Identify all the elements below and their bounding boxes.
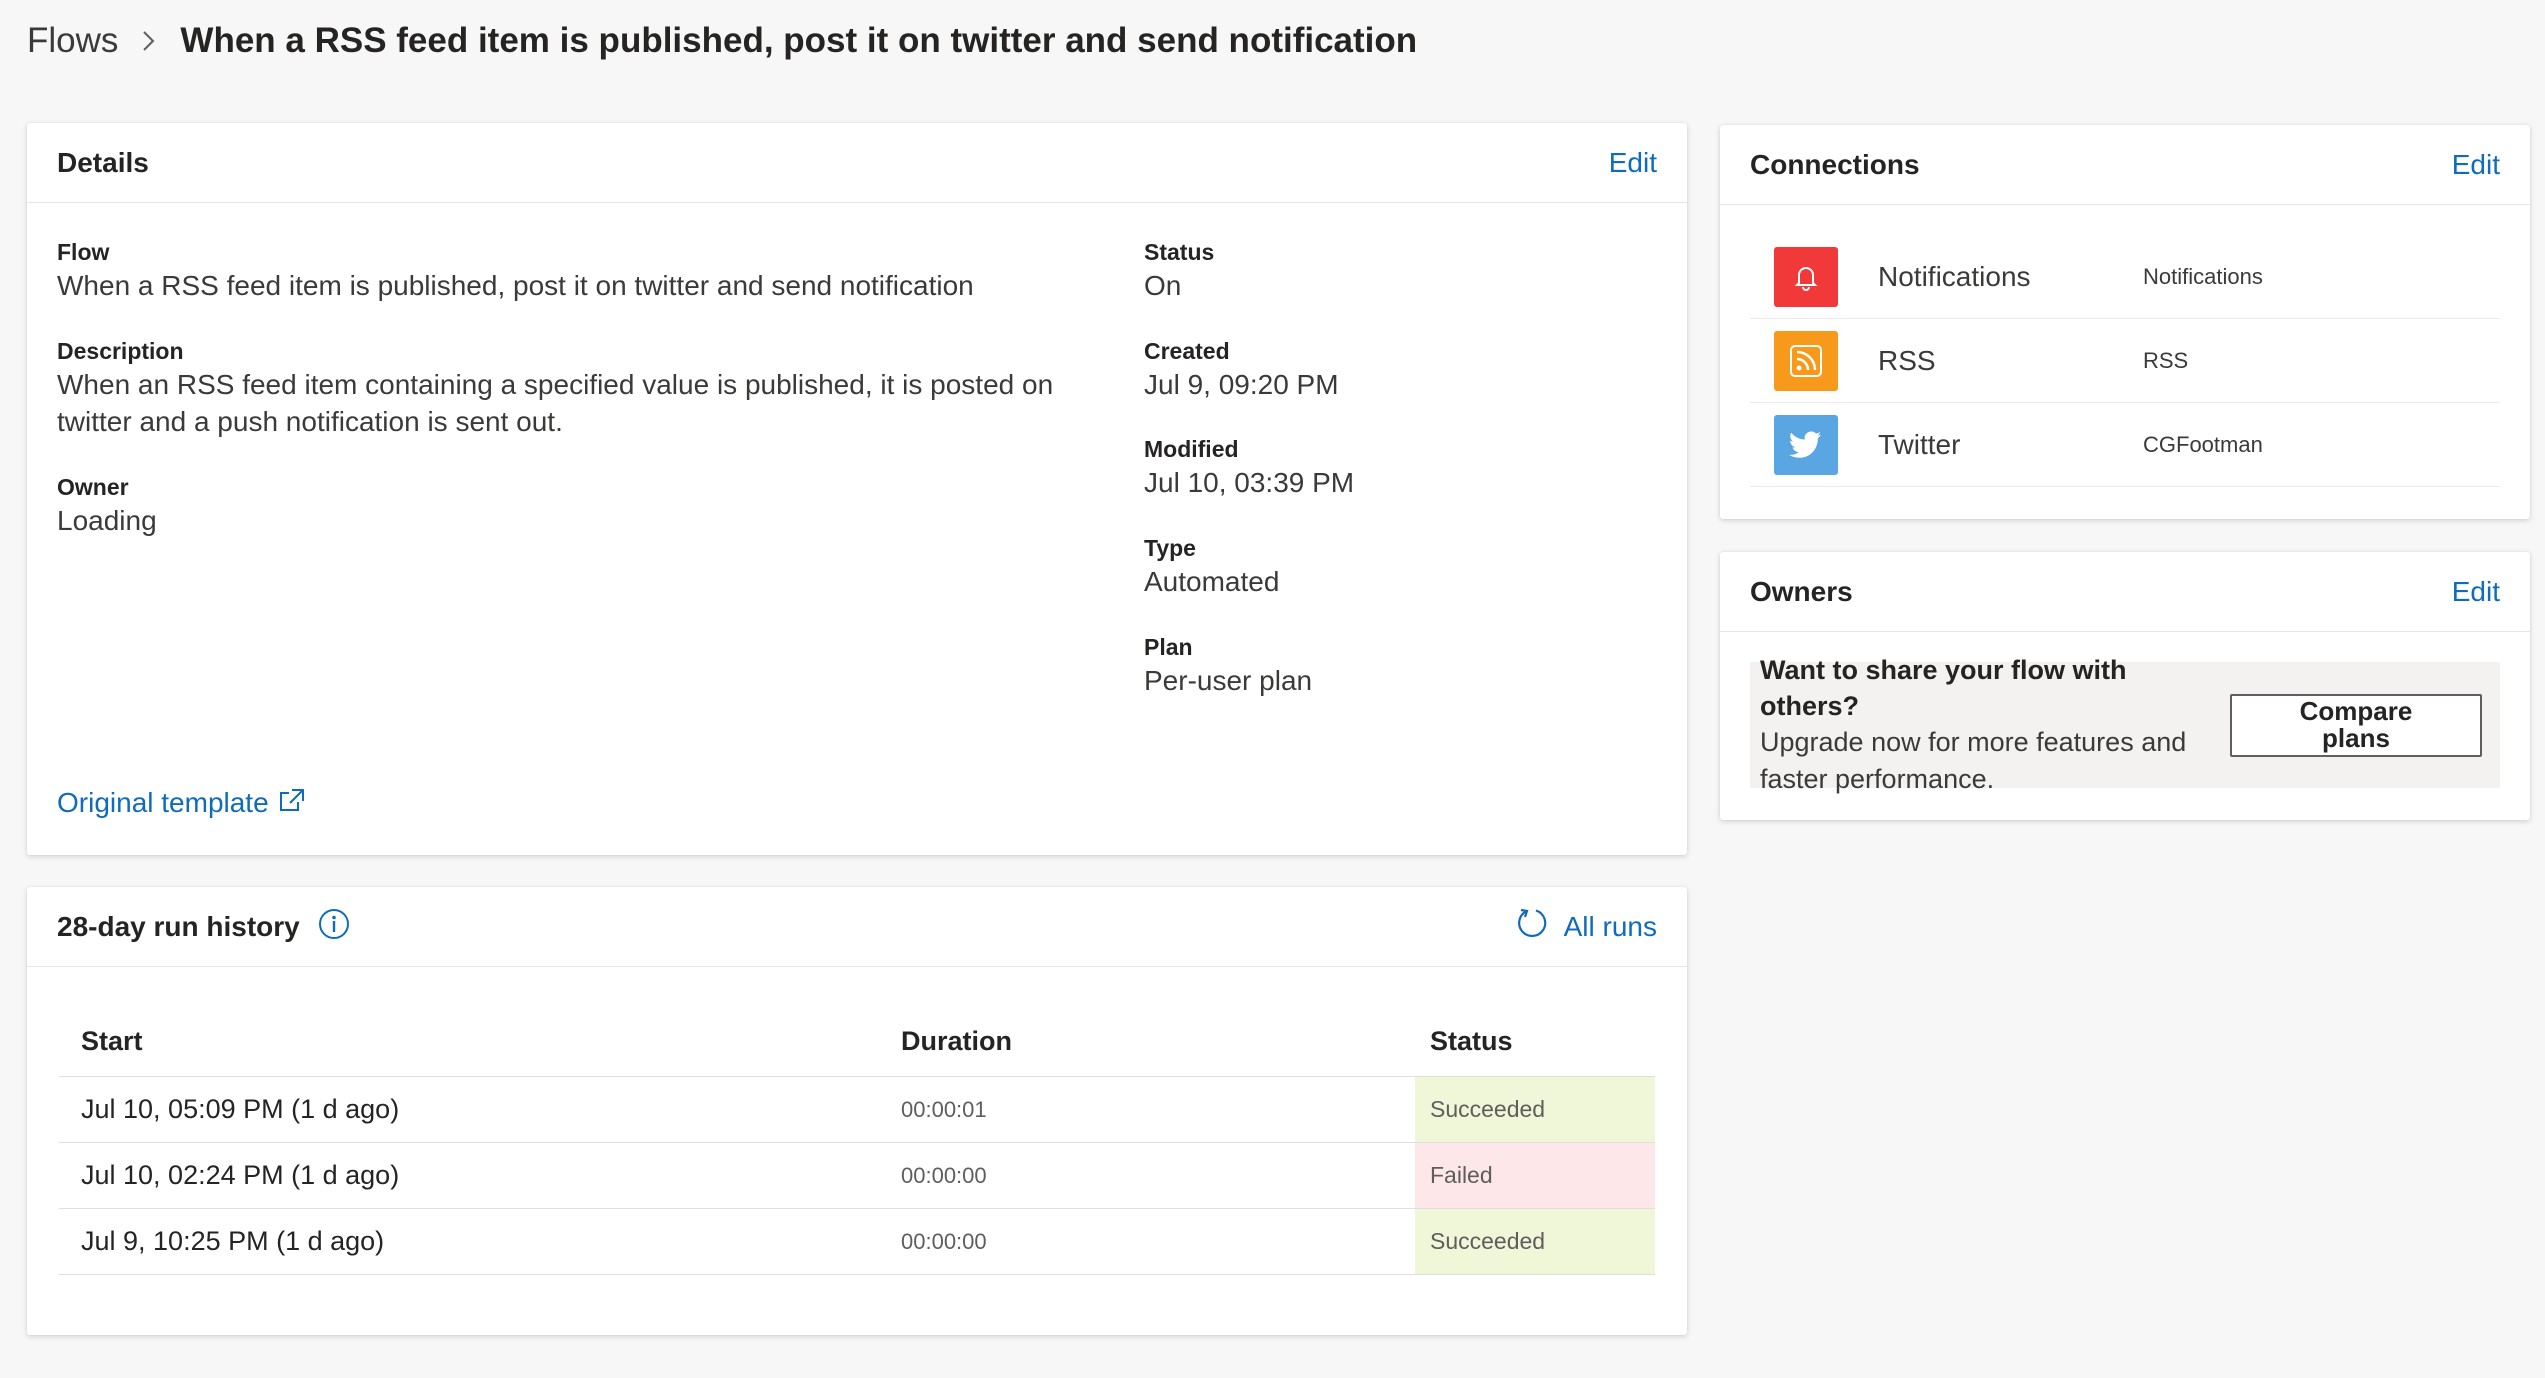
- connection-account: RSS: [2143, 347, 2189, 373]
- run-history-header: 28-day run history All runs: [27, 887, 1687, 967]
- modified-value: Jul 10, 03:39 PM: [1144, 467, 1355, 498]
- type-value: Automated: [1144, 566, 1280, 597]
- upgrade-line-1: Upgrade now for more features and: [1760, 727, 2187, 757]
- column-header-start[interactable]: Start: [59, 1026, 901, 1057]
- run-duration: 00:00:00: [901, 1228, 987, 1254]
- upgrade-text: Want to share your flow with others? Upg…: [1750, 652, 2230, 798]
- owner-value: Loading: [57, 505, 157, 536]
- run-history-table: Start Duration Status Jul 10, 05:09 PM (…: [59, 1007, 1655, 1275]
- details-card: Details Edit Flow When a RSS feed item i…: [27, 123, 1687, 855]
- upgrade-question: Want to share your flow with others?: [1760, 655, 2127, 721]
- upgrade-line-2: faster performance.: [1760, 764, 1995, 794]
- connection-name: Notifications: [1878, 260, 2031, 292]
- rss-icon: [1774, 330, 1838, 391]
- plan-value: Per-user plan: [1144, 665, 1313, 696]
- run-status-badge: Failed: [1415, 1143, 1655, 1208]
- created-label: Created: [1144, 338, 1230, 364]
- run-start: Jul 10, 05:09 PM (1 d ago): [81, 1094, 400, 1124]
- status-label: Status: [1144, 239, 1215, 265]
- breadcrumb-flows-link[interactable]: Flows: [27, 21, 118, 61]
- owner-field: Owner Loading: [57, 472, 157, 539]
- modified-label: Modified: [1144, 436, 1239, 462]
- original-template-link[interactable]: Original template: [57, 787, 305, 819]
- compare-plans-button[interactable]: Compare plans: [2230, 693, 2482, 757]
- connection-item-notifications[interactable]: Notifications Notifications: [1750, 235, 2500, 319]
- modified-field: Modified Jul 10, 03:39 PM: [1144, 434, 1354, 501]
- connection-item-twitter[interactable]: Twitter CGFootman: [1750, 403, 2500, 487]
- chevron-right-icon: [138, 30, 160, 52]
- owners-header: Owners Edit: [1720, 552, 2530, 632]
- run-history-title-group: 28-day run history: [57, 908, 350, 945]
- page-title: When a RSS feed item is published, post …: [180, 21, 1418, 60]
- open-external-icon: [279, 787, 305, 819]
- run-status-badge: Succeeded: [1415, 1077, 1655, 1142]
- connection-account: CGFootman: [2143, 431, 2263, 457]
- flow-value: When a RSS feed item is published, post …: [57, 270, 974, 301]
- upgrade-banner: Want to share your flow with others? Upg…: [1750, 655, 2500, 794]
- column-header-status[interactable]: Status: [1415, 1007, 1655, 1076]
- flow-field: Flow When a RSS feed item is published, …: [57, 237, 974, 304]
- owners-card: Owners Edit Want to share your flow with…: [1720, 552, 2530, 820]
- connection-account: Notifications: [2143, 263, 2263, 289]
- run-status-badge: Succeeded: [1415, 1209, 1655, 1274]
- original-template-label: Original template: [57, 787, 269, 818]
- connections-title: Connections: [1750, 148, 1920, 180]
- description-field: Description When an RSS feed item contai…: [57, 336, 1053, 440]
- table-row[interactable]: Jul 10, 05:09 PM (1 d ago) 00:00:01 Succ…: [59, 1077, 1655, 1143]
- connections-header: Connections Edit: [1720, 125, 2530, 205]
- plan-field: Plan Per-user plan: [1144, 632, 1312, 699]
- compare-plans-line-2: plans: [2322, 723, 2390, 753]
- connections-card: Connections Edit Notifications Notificat…: [1720, 125, 2530, 519]
- run-history-card: 28-day run history All runs Start Durati…: [27, 887, 1687, 1335]
- connection-name: Twitter: [1878, 428, 1961, 460]
- breadcrumb: Flows When a RSS feed item is published,…: [27, 18, 1417, 64]
- created-field: Created Jul 9, 09:20 PM: [1144, 336, 1339, 403]
- run-duration: 00:00:01: [901, 1096, 987, 1122]
- bell-icon: [1774, 246, 1838, 307]
- owners-title: Owners: [1750, 575, 1853, 607]
- connections-list: Notifications Notifications RSS RSS Twit…: [1750, 235, 2500, 487]
- run-start: Jul 10, 02:24 PM (1 d ago): [81, 1160, 400, 1190]
- description-label: Description: [57, 338, 184, 364]
- table-header-row: Start Duration Status: [59, 1007, 1655, 1077]
- status-value: On: [1144, 270, 1182, 301]
- details-title: Details: [57, 146, 149, 178]
- status-field: Status On: [1144, 237, 1214, 304]
- owners-edit-link[interactable]: Edit: [2452, 576, 2500, 608]
- connection-name: RSS: [1878, 344, 1936, 376]
- description-line-1: When an RSS feed item containing a speci…: [57, 369, 1054, 400]
- compare-plans-line-1: Compare: [2299, 696, 2413, 726]
- all-runs-link[interactable]: All runs: [1516, 906, 1657, 947]
- run-start: Jul 9, 10:25 PM (1 d ago): [81, 1226, 385, 1256]
- connections-edit-link[interactable]: Edit: [2452, 149, 2500, 181]
- type-label: Type: [1144, 535, 1196, 561]
- flow-label: Flow: [57, 239, 110, 265]
- all-runs-label: All runs: [1563, 910, 1657, 942]
- run-history-title: 28-day run history: [57, 910, 300, 942]
- details-edit-link[interactable]: Edit: [1609, 147, 1657, 179]
- type-field: Type Automated: [1144, 533, 1279, 600]
- refresh-icon: [1516, 906, 1550, 947]
- info-icon[interactable]: [318, 908, 350, 945]
- connection-item-rss[interactable]: RSS RSS: [1750, 319, 2500, 403]
- owner-label: Owner: [57, 474, 129, 500]
- created-value: Jul 9, 09:20 PM: [1144, 369, 1339, 400]
- details-header: Details Edit: [27, 123, 1687, 203]
- plan-label: Plan: [1144, 634, 1193, 660]
- description-line-2: twitter and a push notification is sent …: [57, 406, 563, 437]
- table-row[interactable]: Jul 9, 10:25 PM (1 d ago) 00:00:00 Succe…: [59, 1209, 1655, 1275]
- run-duration: 00:00:00: [901, 1162, 987, 1188]
- column-header-duration[interactable]: Duration: [901, 1026, 1415, 1057]
- table-row[interactable]: Jul 10, 02:24 PM (1 d ago) 00:00:00 Fail…: [59, 1143, 1655, 1209]
- twitter-bird-icon: [1774, 414, 1838, 475]
